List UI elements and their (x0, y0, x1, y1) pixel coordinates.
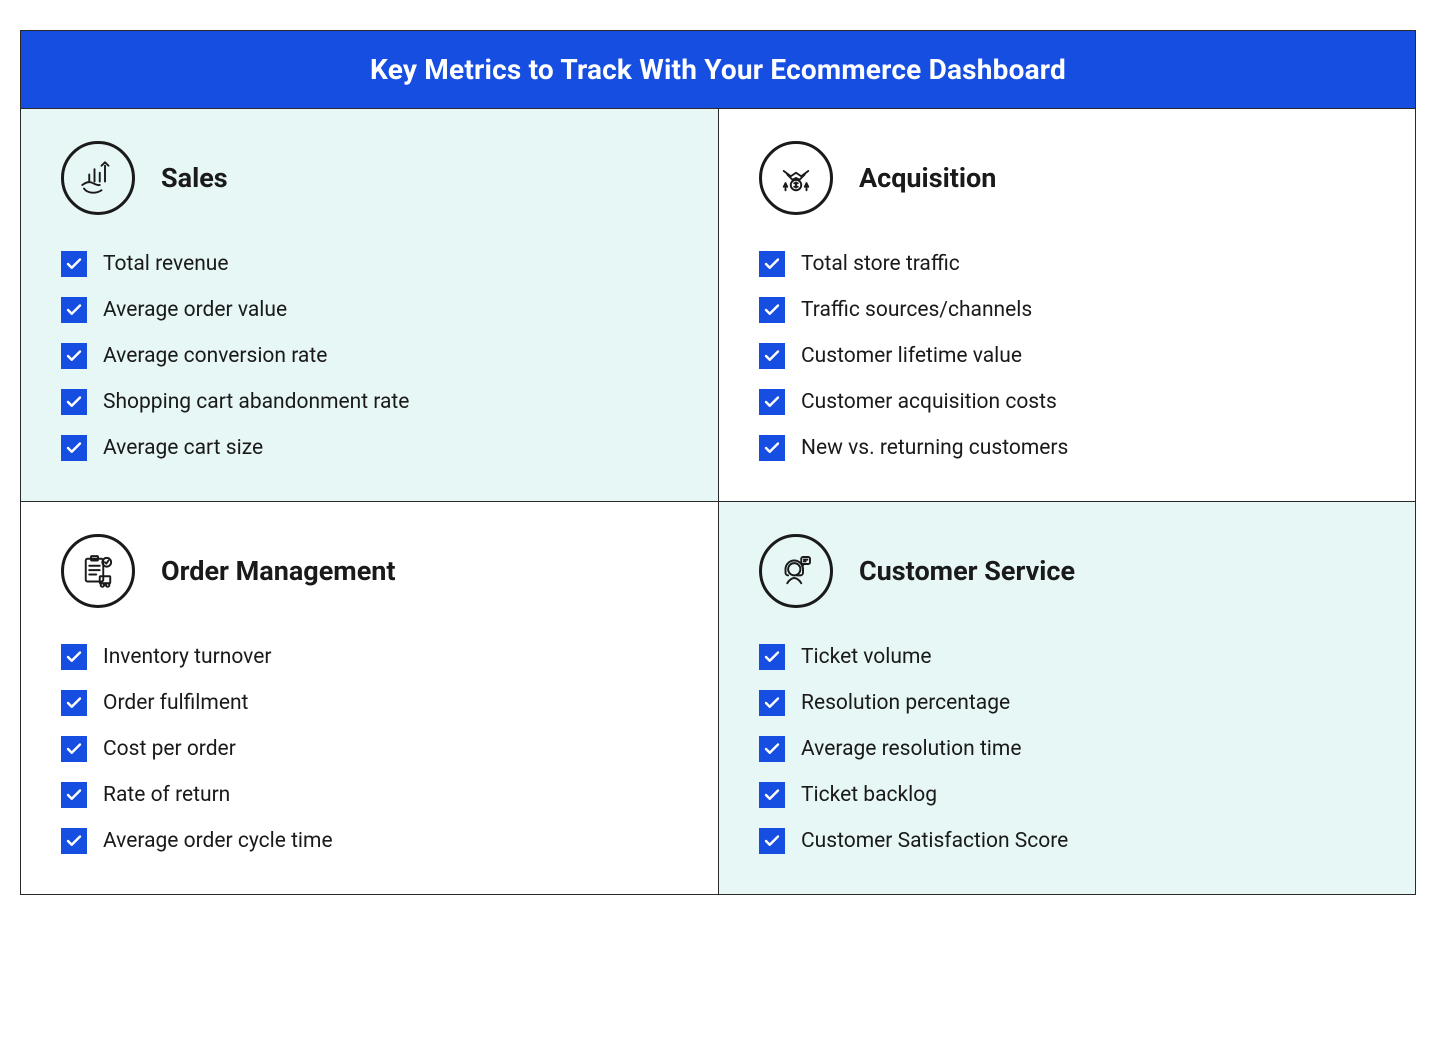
list-item: Cost per order (61, 736, 678, 762)
checkmark-icon (759, 736, 785, 762)
list-item: Customer acquisition costs (759, 389, 1375, 415)
item-label: Rate of return (103, 783, 230, 807)
quadrant-sales: Sales Total revenue Average order value … (21, 108, 718, 501)
list-item: Ticket volume (759, 644, 1375, 670)
checkmark-icon (61, 782, 87, 808)
item-label: Average order value (103, 298, 287, 322)
item-list: Total store traffic Traffic sources/chan… (759, 251, 1375, 461)
item-label: Order fulfilment (103, 691, 248, 715)
item-label: Total store traffic (801, 252, 960, 276)
list-item: Customer Satisfaction Score (759, 828, 1375, 854)
checkmark-icon (61, 297, 87, 323)
quadrant-header: Customer Service (759, 534, 1375, 608)
list-item: Shopping cart abandonment rate (61, 389, 678, 415)
checkmark-icon (759, 297, 785, 323)
item-label: Average conversion rate (103, 344, 327, 368)
list-item: Average conversion rate (61, 343, 678, 369)
checkmark-icon (759, 828, 785, 854)
card-title: Key Metrics to Track With Your Ecommerce… (21, 31, 1415, 108)
checkmark-icon (759, 343, 785, 369)
list-item: Rate of return (61, 782, 678, 808)
list-item: Total store traffic (759, 251, 1375, 277)
checkmark-icon (61, 644, 87, 670)
item-label: Customer acquisition costs (801, 390, 1057, 414)
checkmark-icon (61, 690, 87, 716)
item-label: Traffic sources/channels (801, 298, 1032, 322)
sales-growth-icon (61, 141, 135, 215)
quadrant-acquisition: Acquisition Total store traffic Traffic … (718, 108, 1415, 501)
list-item: Ticket backlog (759, 782, 1375, 808)
quadrant-header: Acquisition (759, 141, 1375, 215)
item-label: Ticket volume (801, 645, 932, 669)
item-label: Shopping cart abandonment rate (103, 390, 409, 414)
list-item: Average cart size (61, 435, 678, 461)
quadrant-title: Customer Service (859, 555, 1075, 587)
list-item: Traffic sources/channels (759, 297, 1375, 323)
item-list: Total revenue Average order value Averag… (61, 251, 678, 461)
list-item: Average order value (61, 297, 678, 323)
item-list: Inventory turnover Order fulfilment Cost… (61, 644, 678, 854)
list-item: Average order cycle time (61, 828, 678, 854)
checkmark-icon (759, 251, 785, 277)
checkmark-icon (61, 251, 87, 277)
item-label: Total revenue (103, 252, 229, 276)
item-list: Ticket volume Resolution percentage Aver… (759, 644, 1375, 854)
checkmark-icon (759, 782, 785, 808)
list-item: Order fulfilment (61, 690, 678, 716)
item-label: Resolution percentage (801, 691, 1010, 715)
checkmark-icon (759, 690, 785, 716)
item-label: New vs. returning customers (801, 436, 1068, 460)
metrics-card: Key Metrics to Track With Your Ecommerce… (20, 30, 1416, 895)
support-agent-icon (759, 534, 833, 608)
quadrant-order-management: Order Management Inventory turnover Orde… (21, 501, 718, 894)
list-item: Average resolution time (759, 736, 1375, 762)
quadrant-customer-service: Customer Service Ticket volume Resolutio… (718, 501, 1415, 894)
quadrant-header: Sales (61, 141, 678, 215)
item-label: Average order cycle time (103, 829, 333, 853)
list-item: Inventory turnover (61, 644, 678, 670)
quadrant-grid: Sales Total revenue Average order value … (21, 108, 1415, 894)
quadrant-title: Order Management (161, 555, 396, 587)
checkmark-icon (759, 435, 785, 461)
quadrant-title: Acquisition (859, 162, 996, 194)
item-label: Inventory turnover (103, 645, 271, 669)
quadrant-title: Sales (161, 162, 228, 194)
checkmark-icon (61, 343, 87, 369)
clipboard-delivery-icon (61, 534, 135, 608)
checkmark-icon (61, 736, 87, 762)
checkmark-icon (759, 389, 785, 415)
item-label: Average resolution time (801, 737, 1021, 761)
quadrant-header: Order Management (61, 534, 678, 608)
list-item: Total revenue (61, 251, 678, 277)
list-item: Customer lifetime value (759, 343, 1375, 369)
item-label: Customer lifetime value (801, 344, 1022, 368)
list-item: Resolution percentage (759, 690, 1375, 716)
checkmark-icon (759, 644, 785, 670)
checkmark-icon (61, 389, 87, 415)
item-label: Customer Satisfaction Score (801, 829, 1068, 853)
checkmark-icon (61, 828, 87, 854)
item-label: Cost per order (103, 737, 236, 761)
handshake-money-icon (759, 141, 833, 215)
list-item: New vs. returning customers (759, 435, 1375, 461)
checkmark-icon (61, 435, 87, 461)
item-label: Ticket backlog (801, 783, 937, 807)
item-label: Average cart size (103, 436, 263, 460)
